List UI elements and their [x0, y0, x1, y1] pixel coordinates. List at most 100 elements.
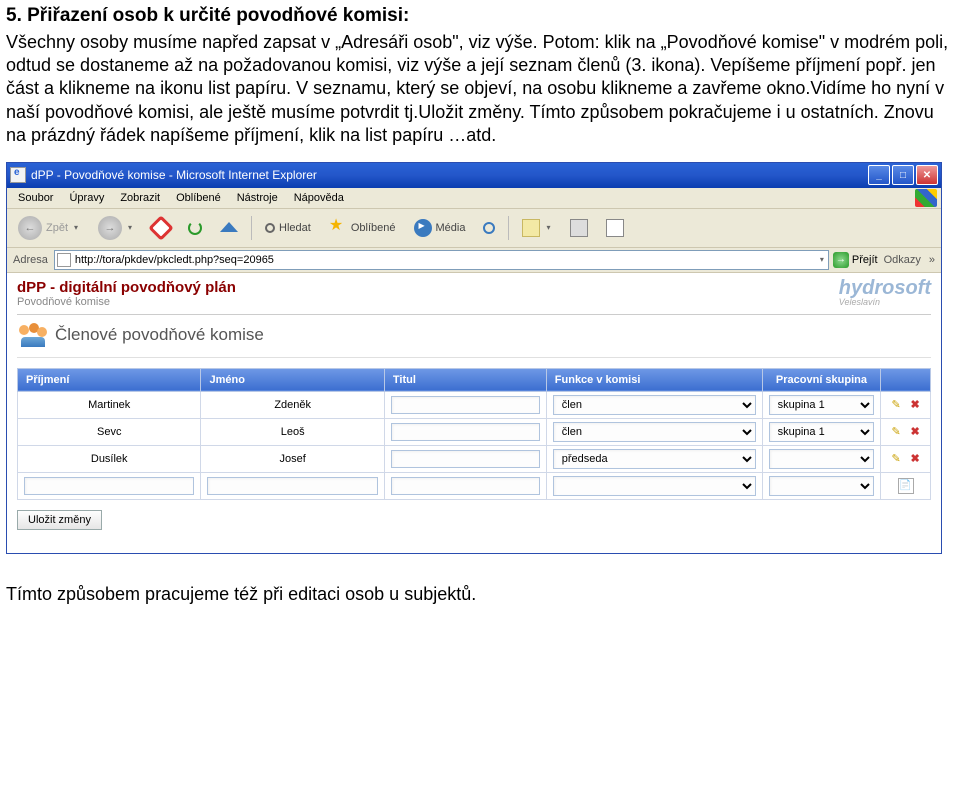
- back-button[interactable]: ← Zpět ▾: [11, 212, 87, 244]
- cell-prijmeni: Dusílek: [91, 453, 128, 465]
- refresh-icon: [188, 221, 202, 235]
- cell-skupina-select[interactable]: skupina 1: [769, 422, 875, 442]
- back-arrow-icon: ←: [18, 216, 42, 240]
- save-button[interactable]: Uložit změny: [17, 510, 102, 530]
- back-label: Zpět: [46, 222, 68, 234]
- cell-titul-input[interactable]: [391, 477, 540, 495]
- cell-skupina-select[interactable]: [769, 449, 875, 469]
- cell-funkce-select[interactable]: člen: [553, 395, 756, 415]
- print-button[interactable]: [563, 215, 595, 241]
- menu-zobrazit[interactable]: Zobrazit: [113, 190, 167, 206]
- favorites-button[interactable]: ★ Oblíbené: [322, 215, 403, 241]
- close-button[interactable]: ✕: [916, 165, 938, 185]
- cell-funkce-select[interactable]: předseda: [553, 449, 756, 469]
- stop-icon: [148, 215, 173, 240]
- address-label: Adresa: [11, 254, 50, 266]
- people-icon: [19, 323, 47, 347]
- windows-flag-icon: [915, 189, 937, 207]
- home-icon: [220, 222, 238, 232]
- edit-row-icon[interactable]: ✎: [888, 451, 904, 467]
- doc-footer: Tímto způsobem pracujeme též při editaci…: [0, 554, 960, 615]
- delete-row-icon[interactable]: ✖: [907, 424, 923, 440]
- menu-soubor[interactable]: Soubor: [11, 190, 60, 206]
- table-row: 📄: [18, 472, 931, 499]
- history-icon: [483, 222, 495, 234]
- cell-skupina-select[interactable]: skupina 1: [769, 395, 875, 415]
- address-input-wrap[interactable]: ▾: [54, 250, 829, 270]
- col-actions: [881, 368, 931, 391]
- delete-row-icon[interactable]: ✖: [907, 397, 923, 413]
- browser-window: dPP - Povodňové komise - Microsoft Inter…: [6, 162, 942, 554]
- app-subtitle: Povodňové komise: [17, 296, 236, 308]
- mail-button[interactable]: ▾: [515, 215, 559, 241]
- print-icon: [570, 219, 588, 237]
- cell-titul-input[interactable]: [391, 423, 540, 441]
- cell-titul-input[interactable]: [391, 450, 540, 468]
- address-dropdown-icon[interactable]: ▾: [818, 255, 826, 264]
- forward-button[interactable]: → ▾: [91, 212, 141, 244]
- delete-row-icon[interactable]: ✖: [907, 451, 923, 467]
- window-title: dPP - Povodňové komise - Microsoft Inter…: [31, 168, 868, 182]
- members-table: Příjmení Jméno Titul Funkce v komisi Pra…: [17, 368, 931, 500]
- edit-icon: [606, 219, 624, 237]
- cell-funkce-select[interactable]: [553, 476, 756, 496]
- links-label[interactable]: Odkazy: [882, 254, 923, 266]
- go-label: Přejít: [852, 254, 878, 266]
- search-label: Hledat: [279, 222, 311, 234]
- menu-upravy[interactable]: Úpravy: [62, 190, 111, 206]
- table-row: Sevc Leoš člen skupina 1 ✎✖: [18, 418, 931, 445]
- go-button[interactable]: → Přejít: [833, 252, 878, 268]
- links-chevron-icon[interactable]: »: [927, 254, 937, 266]
- cell-jmeno: Leoš: [281, 426, 305, 438]
- media-icon: [414, 219, 432, 237]
- favorites-label: Oblíbené: [351, 222, 396, 234]
- menu-napoveda[interactable]: Nápověda: [287, 190, 351, 206]
- edit-button[interactable]: [599, 215, 631, 241]
- section-title: Členové povodňové komise: [55, 325, 264, 345]
- media-label: Média: [436, 222, 466, 234]
- media-button[interactable]: Média: [407, 215, 473, 241]
- maximize-button[interactable]: □: [892, 165, 914, 185]
- cell-prijmeni-input[interactable]: [24, 477, 194, 495]
- page-content: dPP - digitální povodňový plán Povodňové…: [7, 273, 941, 553]
- forward-arrow-icon: →: [98, 216, 122, 240]
- ie-icon: [10, 167, 26, 183]
- address-bar: Adresa ▾ → Přejít Odkazy »: [7, 248, 941, 273]
- app-title: dPP - digitální povodňový plán: [17, 279, 236, 296]
- address-input[interactable]: [75, 252, 818, 268]
- edit-row-icon[interactable]: ✎: [888, 424, 904, 440]
- table-row: Dusílek Josef předseda ✎✖: [18, 445, 931, 472]
- cell-prijmeni: Martinek: [88, 399, 130, 411]
- history-button[interactable]: [476, 218, 502, 238]
- menu-oblibene[interactable]: Oblíbené: [169, 190, 228, 206]
- add-row-icon[interactable]: 📄: [898, 478, 914, 494]
- hydrosoft-logo: hydrosoft: [839, 279, 931, 297]
- edit-row-icon[interactable]: ✎: [888, 397, 904, 413]
- back-dropdown-icon[interactable]: ▾: [72, 223, 80, 232]
- stop-button[interactable]: [145, 215, 177, 241]
- cell-funkce-select[interactable]: člen: [553, 422, 756, 442]
- col-prijmeni: Příjmení: [18, 368, 201, 391]
- minimize-button[interactable]: _: [868, 165, 890, 185]
- star-icon: ★: [329, 219, 347, 237]
- refresh-button[interactable]: [181, 217, 209, 239]
- cell-skupina-select[interactable]: [769, 476, 875, 496]
- cell-titul-input[interactable]: [391, 396, 540, 414]
- table-row: Martinek Zdeněk člen skupina 1 ✎✖: [18, 391, 931, 418]
- cell-jmeno: Zdeněk: [274, 399, 311, 411]
- col-titul: Titul: [384, 368, 546, 391]
- forward-dropdown-icon[interactable]: ▾: [126, 223, 134, 232]
- doc-body: Všechny osoby musíme napřed zapsat v „Ad…: [6, 31, 954, 148]
- search-icon: [265, 223, 275, 233]
- col-jmeno: Jméno: [201, 368, 384, 391]
- go-arrow-icon: →: [833, 252, 849, 268]
- search-button[interactable]: Hledat: [258, 218, 318, 238]
- cell-jmeno-input[interactable]: [207, 477, 377, 495]
- home-button[interactable]: [213, 220, 245, 236]
- cell-prijmeni: Sevc: [97, 426, 121, 438]
- toolbar: ← Zpět ▾ → ▾ Hledat ★ Oblíbené Média ▾: [7, 209, 941, 248]
- cell-jmeno: Josef: [280, 453, 306, 465]
- mail-icon: [522, 219, 540, 237]
- menu-nastroje[interactable]: Nástroje: [230, 190, 285, 206]
- menubar: Soubor Úpravy Zobrazit Oblíbené Nástroje…: [7, 188, 941, 209]
